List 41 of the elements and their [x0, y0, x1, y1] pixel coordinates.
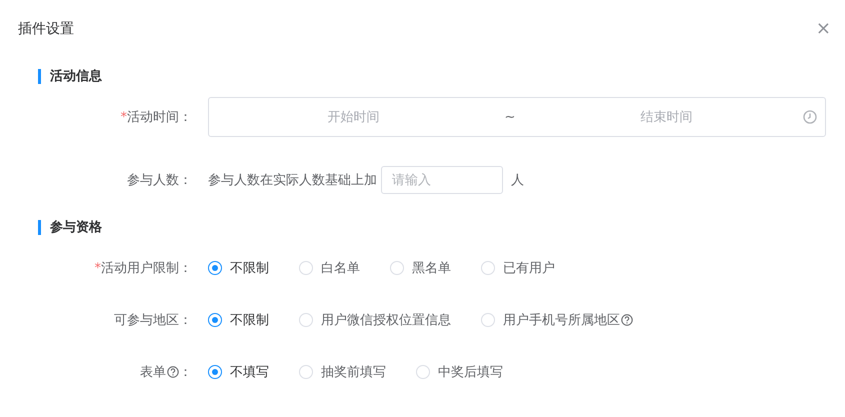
label-colon: ：	[179, 109, 192, 126]
radio-label[interactable]: 中奖后填写	[438, 363, 503, 381]
radio-label[interactable]: 用户微信授权位置信息	[321, 311, 451, 329]
field-label: 活动用户限制	[101, 260, 179, 277]
field-label: 参与人数	[127, 172, 179, 189]
section-marker	[38, 220, 41, 234]
required-mark: *	[94, 260, 101, 276]
radio-label[interactable]: 白名单	[321, 259, 360, 277]
label-colon: ：	[179, 172, 192, 189]
field-label: 表单	[140, 364, 166, 381]
field-label: 可参与地区	[114, 312, 179, 329]
section-title: 活动信息	[50, 68, 102, 85]
radio-label[interactable]: 不限制	[230, 259, 269, 277]
section-marker	[38, 68, 41, 84]
field-label: 活动时间	[127, 109, 179, 126]
radio-label[interactable]: 不填写	[230, 363, 269, 381]
radio-label[interactable]: 不限制	[230, 311, 269, 329]
radio-label[interactable]: 黑名单	[412, 259, 451, 277]
help-icon	[621, 314, 633, 326]
radio-label[interactable]: 抽奖前填写	[321, 363, 386, 381]
close-button[interactable]: ×	[816, 20, 831, 38]
range-separator: ~	[504, 110, 516, 124]
label-colon: ：	[179, 312, 192, 329]
input-field[interactable]: 请输入	[381, 166, 503, 194]
start-time-placeholder: 开始时间	[326, 109, 380, 126]
radio-label[interactable]: 用户手机号所属地区	[503, 311, 620, 329]
radio-button[interactable]	[208, 313, 222, 327]
field-description: 参与人数在实际人数基础上加	[208, 172, 377, 189]
label-colon: ：	[179, 364, 192, 381]
date-range-field[interactable]: 开始时间 ~ 结束时间	[208, 97, 826, 137]
dialog-title: 插件设置	[18, 20, 74, 38]
label-colon: ：	[179, 260, 192, 277]
radio-button[interactable]	[208, 365, 222, 379]
required-mark: *	[120, 110, 127, 124]
help-icon	[167, 366, 179, 378]
clock-icon	[803, 110, 817, 124]
unit-label: 人	[511, 172, 524, 189]
radio-label[interactable]: 已有用户	[503, 259, 555, 277]
radio-button[interactable]	[208, 261, 222, 275]
section-title: 参与资格	[50, 219, 102, 236]
end-time-placeholder: 结束时间	[640, 109, 694, 126]
